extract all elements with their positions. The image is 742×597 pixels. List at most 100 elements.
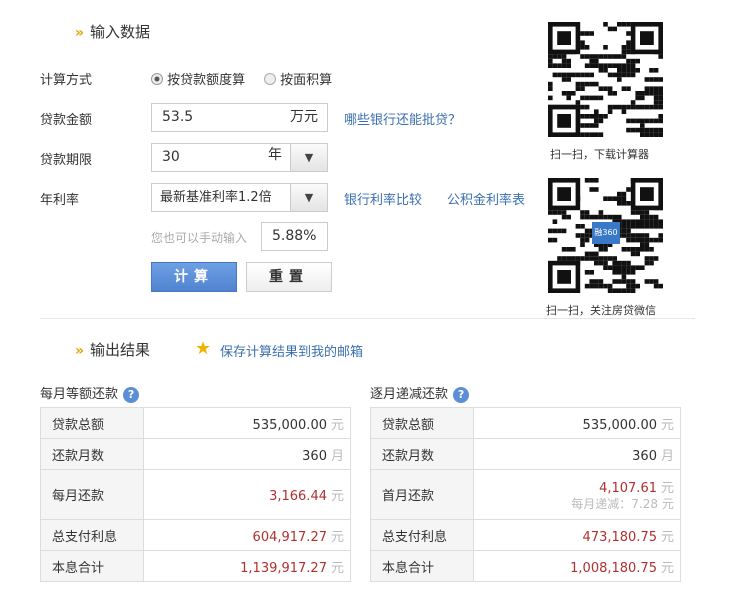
method-label: 计算方式	[40, 73, 93, 88]
table-row: 总支付利息 604,917.27 元	[40, 519, 351, 551]
table-row: 贷款总额 535,000.00 元	[370, 407, 681, 439]
radio-by-amount[interactable]: 按贷款额度算	[151, 69, 245, 88]
value-number: 535,000.00	[252, 417, 327, 433]
row-value: 1,008,180.75 元	[473, 550, 681, 582]
which-banks-link[interactable]: 哪些银行还能批贷？	[344, 109, 461, 128]
value-unit: 元	[660, 417, 674, 433]
amount-label: 贷款金额	[40, 113, 93, 128]
value-unit: 元	[660, 560, 674, 576]
row-label: 每月还款	[40, 469, 144, 520]
star-icon: ★	[195, 338, 212, 359]
row-value: 360 月	[143, 438, 351, 470]
row-value: 1,139,917.27 元	[143, 550, 351, 582]
row-label: 贷款总额	[370, 407, 474, 439]
row-label: 首月还款	[370, 469, 474, 520]
equal-payment-table: 贷款总额 535,000.00 元还款月数 360 月每月还款 3,166.44 元总支付利…	[40, 407, 351, 582]
monthly-decrease: 每月递减：7.28	[571, 497, 658, 511]
table-row: 首月还款 4,107.61 元每月递减：7.28 元	[370, 469, 681, 520]
amount-input[interactable]: 53.5 万元	[151, 103, 328, 132]
value-number: 360	[302, 448, 327, 464]
row-value: 360 月	[473, 438, 681, 470]
decreasing-payment-title-text: 逐月递减还款	[370, 387, 449, 402]
dropdown-arrow-icon[interactable]: ▼	[290, 144, 327, 171]
qr-caption-download: 扫一扫，下载计算器	[550, 148, 649, 161]
row-value: 604,917.27 元	[143, 519, 351, 551]
value-unit: 月	[330, 448, 344, 464]
table-row: 还款月数 360 月	[40, 438, 351, 470]
rate-select[interactable]: 最新基准利率1.2倍 ▼	[151, 183, 328, 212]
value-unit: 元	[330, 529, 344, 545]
table-row: 本息合计 1,008,180.75 元	[370, 550, 681, 582]
output-title-text: 输出结果	[90, 341, 151, 359]
manual-hint: 您也可以手动输入	[151, 231, 248, 245]
rate-manual-input[interactable]: 5.88%	[261, 222, 328, 251]
equal-payment-title: 每月等额还款?	[40, 383, 140, 403]
rate-label: 年利率	[40, 193, 80, 208]
decreasing-payment-table: 贷款总额 535,000.00 元还款月数 360 月首月还款 4,107.61 元每月递减…	[370, 407, 681, 582]
output-section-title: » 输出结果	[75, 339, 150, 360]
value-number: 1,139,917.27	[240, 560, 327, 576]
table-row: 贷款总额 535,000.00 元	[40, 407, 351, 439]
table-row: 每月还款 3,166.44 元	[40, 469, 351, 520]
row-label: 还款月数	[370, 438, 474, 470]
row-label: 贷款总额	[40, 407, 144, 439]
radio-label: 按面积算	[280, 73, 333, 88]
save-to-email-link[interactable]: 保存计算结果到我的邮箱	[220, 341, 363, 360]
radio-checked-icon	[151, 73, 163, 85]
table-row: 本息合计 1,139,917.27 元	[40, 550, 351, 582]
amount-value: 53.5	[162, 109, 194, 125]
table-row: 总支付利息 473,180.75 元	[370, 519, 681, 551]
download-app-qr-code	[548, 22, 663, 137]
row-label: 本息合计	[370, 550, 474, 582]
double-chevron-icon: »	[75, 343, 85, 359]
input-section-title: » 输入数据	[75, 21, 150, 42]
amount-unit: 万元	[290, 109, 318, 125]
section-divider	[40, 318, 695, 319]
reset-button[interactable]: 重置	[246, 262, 332, 292]
radio-by-area[interactable]: 按面积算	[264, 69, 332, 88]
term-label: 贷款期限	[40, 153, 93, 168]
value-number: 4,107.61	[599, 481, 657, 496]
value-number: 3,166.44	[269, 489, 327, 504]
row-value: 535,000.00 元	[473, 407, 681, 439]
qr-logo: 融360	[592, 222, 620, 244]
value-unit: 元	[660, 481, 674, 496]
value-number: 1,008,180.75	[570, 560, 657, 576]
value-unit: 月	[660, 448, 674, 464]
term-select[interactable]: 30 年 ▼	[151, 143, 328, 172]
qr-caption-wechat: 扫一扫，关注房贷微信	[546, 304, 656, 317]
row-value: 3,166.44 元	[143, 469, 351, 520]
value-unit: 元	[660, 529, 674, 545]
radio-label: 按贷款额度算	[167, 73, 246, 88]
bank-rate-compare-link[interactable]: 银行利率比较	[344, 189, 422, 208]
fund-rate-table-link[interactable]: 公积金利率表	[447, 189, 525, 208]
row-value: 4,107.61 元每月递减：7.28 元	[473, 469, 681, 520]
radio-unchecked-icon	[264, 73, 276, 85]
value-number: 360	[632, 448, 657, 464]
row-label: 还款月数	[40, 438, 144, 470]
value-unit: 元	[330, 560, 344, 576]
input-title-text: 输入数据	[90, 23, 151, 41]
help-icon[interactable]: ?	[123, 386, 140, 403]
value-number: 535,000.00	[582, 417, 657, 433]
term-unit: 年	[268, 147, 282, 163]
value-number: 473,180.75	[582, 529, 657, 545]
equal-payment-title-text: 每月等额还款	[40, 387, 119, 402]
value-number: 604,917.27	[252, 529, 327, 545]
row-value: 535,000.00 元	[143, 407, 351, 439]
row-label: 总支付利息	[370, 519, 474, 551]
decreasing-payment-title: 逐月递减还款?	[370, 383, 470, 403]
value-unit: 元	[330, 417, 344, 433]
row-label: 总支付利息	[40, 519, 144, 551]
value-unit: 元	[330, 489, 344, 504]
value-unit: 元	[661, 497, 674, 511]
rate-value: 最新基准利率1.2倍	[160, 190, 272, 205]
double-chevron-icon: »	[75, 25, 85, 41]
row-value: 473,180.75 元	[473, 519, 681, 551]
row-label: 本息合计	[40, 550, 144, 582]
dropdown-arrow-icon[interactable]: ▼	[290, 184, 327, 211]
table-row: 还款月数 360 月	[370, 438, 681, 470]
help-icon[interactable]: ?	[453, 386, 470, 403]
calculate-button[interactable]: 计算	[151, 262, 237, 292]
term-value: 30	[162, 149, 180, 165]
